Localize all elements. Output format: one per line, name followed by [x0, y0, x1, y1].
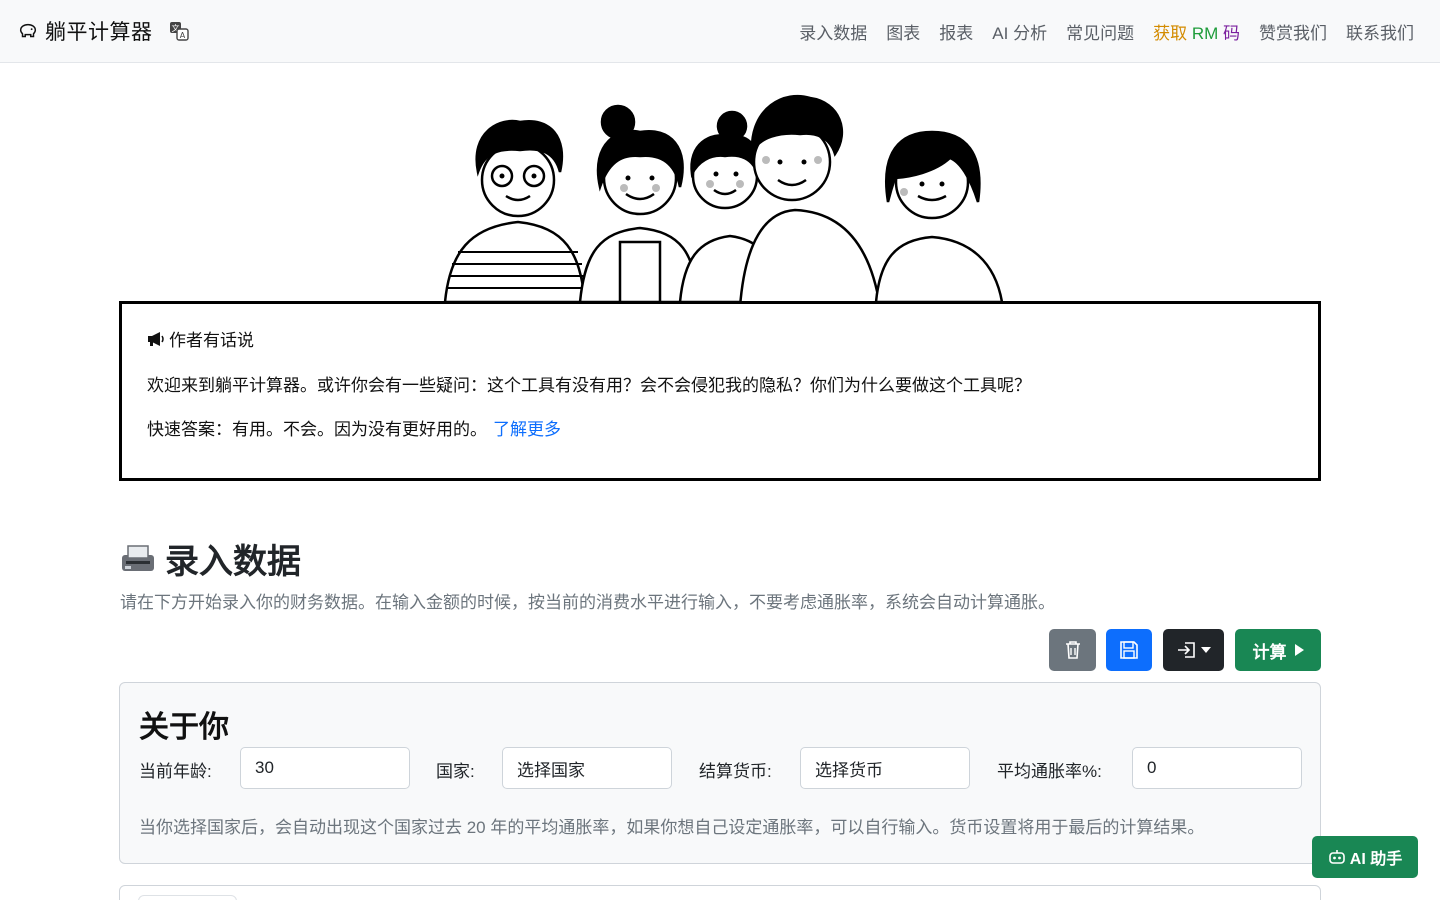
author-note-title-text: 作者有话说	[169, 331, 254, 350]
piggy-bank-icon	[19, 23, 37, 38]
import-export-dropdown[interactable]	[1163, 629, 1224, 671]
nav-item-donate[interactable]: 赞赏我们	[1259, 19, 1327, 44]
about-you-card: 关于你 当前年龄: 30 国家: 选择国家 结算货币: 选择货币 平均通胀率%:…	[119, 682, 1321, 864]
brand[interactable]: 躺平计算器 文 A	[17, 16, 189, 46]
author-note-paragraph-2: 快速答案：有用。不会。因为没有更好用的。 了解更多	[147, 415, 561, 440]
about-you-help-text: 当你选择国家后，会自动出现这个国家过去 20 年的平均通胀率，如果你想自己设定通…	[139, 818, 1205, 837]
box-arrow-in-icon	[1177, 642, 1195, 658]
next-section-card	[119, 885, 1321, 900]
inflation-label: 平均通胀率%:	[997, 762, 1102, 781]
nav-links: 录入数据 图表 报表 AI 分析 常见问题 获取 RM 码 赞赏我们 联系我们	[799, 19, 1414, 44]
currency-label: 结算货币:	[699, 762, 772, 781]
fax-icon	[122, 544, 154, 571]
nav-item-faq[interactable]: 常见问题	[1066, 19, 1134, 44]
caret-down-icon	[1200, 647, 1211, 653]
next-section-tab[interactable]	[138, 895, 237, 900]
clear-data-button[interactable]	[1049, 629, 1096, 671]
author-note-box: 作者有话说 欢迎来到躺平计算器。或许你会有一些疑问：这个工具有没有用？会不会侵犯…	[119, 301, 1321, 481]
author-note-title: 作者有话说	[147, 326, 254, 351]
ai-helper-label: AI 助手	[1349, 851, 1403, 868]
nav-item-contact[interactable]: 联系我们	[1346, 19, 1414, 44]
svg-text:A: A	[179, 31, 185, 40]
age-input[interactable]: 30	[240, 747, 410, 789]
save-icon	[1120, 641, 1138, 659]
learn-more-link[interactable]: 了解更多	[493, 420, 561, 439]
section-title: 录入数据	[119, 534, 301, 583]
nav-item-input[interactable]: 录入数据	[799, 19, 867, 44]
nav-item-charts[interactable]: 图表	[886, 19, 920, 44]
currency-select[interactable]: 选择货币	[800, 747, 970, 789]
country-select[interactable]: 选择国家	[502, 747, 672, 789]
ai-helper-button[interactable]: AI 助手	[1312, 836, 1418, 878]
nav-item-get-rm-code[interactable]: 获取 RM 码	[1153, 19, 1240, 44]
age-label: 当前年龄:	[139, 762, 212, 781]
author-note-paragraph-1: 欢迎来到躺平计算器。或许你会有一些疑问：这个工具有没有用？会不会侵犯我的隐私？你…	[147, 376, 1031, 395]
trash-icon	[1065, 641, 1080, 659]
about-you-title: 关于你	[139, 711, 229, 744]
country-label: 国家:	[436, 762, 475, 781]
calculate-button[interactable]: 计算	[1235, 629, 1321, 671]
translate-icon[interactable]: 文 A	[169, 21, 189, 41]
rm-part-code: 码	[1223, 24, 1240, 43]
navbar: 躺平计算器 文 A 录入数据 图表 报表 AI 分析 常见问题 获取 RM 码 …	[0, 0, 1440, 63]
people-illustration	[443, 94, 1004, 309]
play-icon	[1294, 644, 1304, 656]
robot-icon	[1328, 850, 1345, 864]
rm-part-get: 获取	[1153, 24, 1188, 43]
calculate-button-label: 计算	[1252, 642, 1287, 662]
save-button[interactable]	[1106, 629, 1152, 671]
megaphone-icon	[148, 331, 164, 346]
app-title: 躺平计算器	[45, 21, 153, 44]
nav-item-reports[interactable]: 报表	[939, 19, 973, 44]
author-note-quick-answer: 快速答案：有用。不会。因为没有更好用的。	[147, 420, 487, 439]
nav-item-ai-analysis[interactable]: AI 分析	[992, 19, 1047, 44]
section-title-text: 录入数据	[165, 543, 301, 581]
rm-part-rm: RM	[1191, 24, 1219, 43]
section-description: 请在下方开始录入你的财务数据。在输入金额的时候，按当前的消费水平进行输入，不要考…	[120, 593, 1055, 612]
inflation-input[interactable]: 0	[1132, 747, 1302, 789]
